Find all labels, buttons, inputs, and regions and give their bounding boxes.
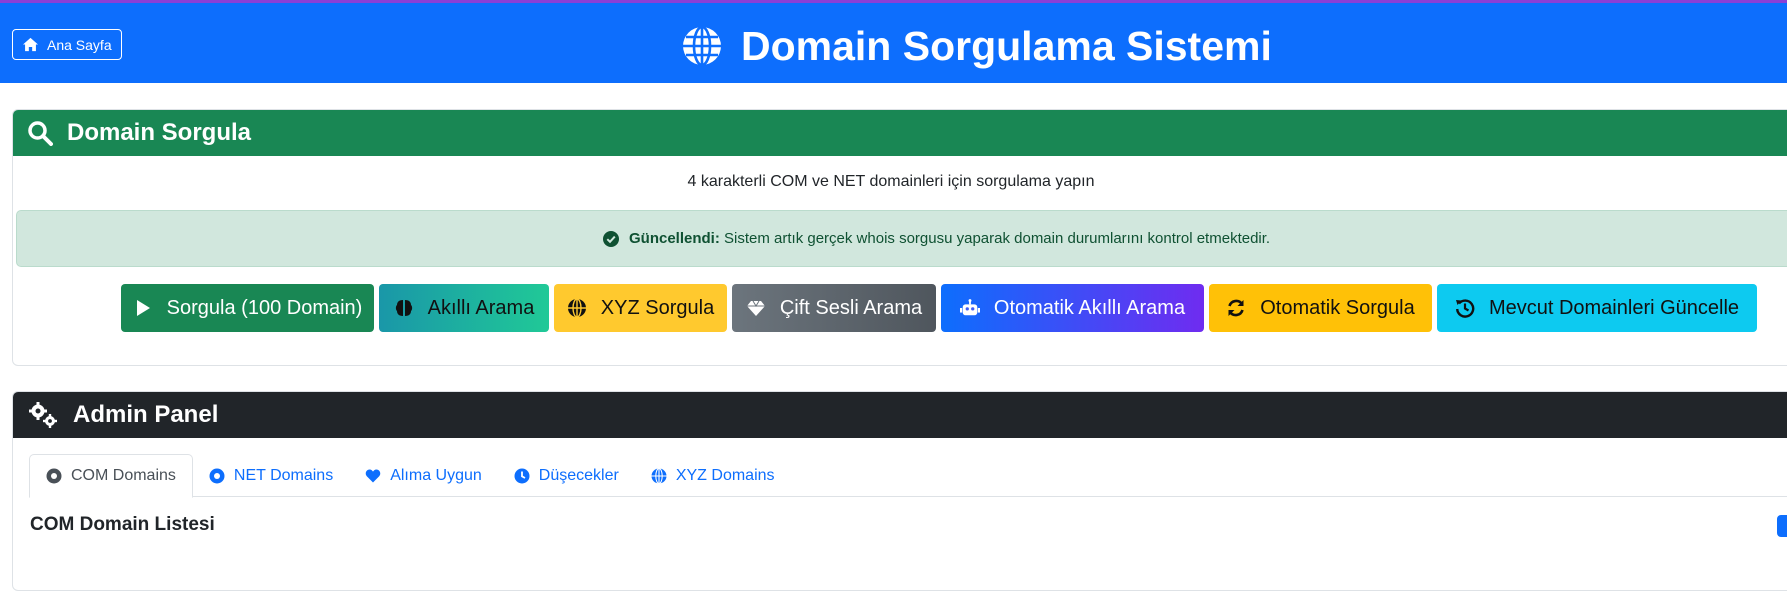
query-subtitle: 4 karakterli COM ve NET domainleri için … <box>687 173 1095 190</box>
globe-icon <box>651 467 667 484</box>
brain-icon <box>395 300 412 316</box>
tab-net-domains[interactable]: NET Domains <box>193 454 349 497</box>
clock-icon <box>514 468 530 483</box>
page-header: Ana Sayfa Domain Sorgulama Sistemi <box>0 3 1787 83</box>
domain-query-card-header: Domain Sorgula <box>13 110 1787 156</box>
dot-circle-icon <box>209 468 225 483</box>
tab-alima-uygun-label: Alıma Uygun <box>390 466 482 484</box>
globe-icon <box>683 25 721 67</box>
tab-alima-uygun[interactable]: Alıma Uygun <box>349 454 498 497</box>
auto-smart-search-button[interactable]: Otomatik Akıllı Arama <box>941 284 1204 332</box>
alert-message: Güncellendi: Sistem artık gerçek whois s… <box>629 230 1270 247</box>
query-100-label: Sorgula (100 Domain) <box>166 296 363 319</box>
home-icon <box>23 37 38 52</box>
globe-icon <box>567 298 586 318</box>
sync-icon <box>1228 299 1244 317</box>
tab-dusecekler-label: Düşecekler <box>538 466 619 484</box>
domain-list-title: COM Domain Listesi <box>30 514 215 535</box>
admin-panel-header: Admin Panel <box>13 392 1787 438</box>
auto-query-label: Otomatik Sorgula <box>1260 296 1415 319</box>
page-title-text: Domain Sorgulama Sistemi <box>741 22 1272 69</box>
auto-query-button[interactable]: Otomatik Sorgula <box>1209 284 1432 332</box>
cogs-icon <box>29 402 57 428</box>
check-circle-icon <box>603 230 619 247</box>
tab-xyz-domains-label: XYZ Domains <box>675 466 775 484</box>
update-existing-domains-label: Mevcut Domainleri Güncelle <box>1488 296 1740 319</box>
admin-panel-title: Admin Panel <box>73 401 219 428</box>
search-icon <box>28 121 53 146</box>
tab-com-domains-label: COM Domains <box>71 467 176 484</box>
gem-icon <box>746 300 765 316</box>
page-title: Domain Sorgulama Sistemi <box>681 21 1272 71</box>
admin-tabs: COM Domains NET Domains Alıma Uygun Düşe… <box>29 454 1787 498</box>
home-button-label: Ana Sayfa <box>47 36 112 53</box>
auto-smart-search-label: Otomatik Akıllı Arama <box>993 296 1186 319</box>
xyz-query-button[interactable]: XYZ Sorgula <box>554 284 727 332</box>
double-vowel-search-button[interactable]: Çift Sesli Arama <box>732 284 936 332</box>
tab-net-domains-label: NET Domains <box>233 466 334 484</box>
home-button[interactable]: Ana Sayfa <box>12 29 122 60</box>
dot-circle-icon <box>46 468 62 484</box>
smart-search-label: Akıllı Arama <box>427 296 535 319</box>
update-alert: Güncellendi: Sistem artık gerçek whois s… <box>16 210 1787 267</box>
alert-strong: Güncellendi: <box>629 230 720 247</box>
robot-icon <box>959 299 980 316</box>
xyz-query-label: XYZ Sorgula <box>600 296 715 319</box>
admin-panel-card: Admin Panel COM Domains NET Domains Alım… <box>12 391 1787 591</box>
tab-com-domains[interactable]: COM Domains <box>29 454 193 498</box>
query-100-button[interactable]: Sorgula (100 Domain) <box>121 284 374 332</box>
smart-search-button[interactable]: Akıllı Arama <box>379 284 549 332</box>
heart-icon <box>365 469 381 482</box>
history-icon <box>1455 299 1475 318</box>
tab-dusecekler[interactable]: Düşecekler <box>498 454 635 497</box>
double-vowel-search-label: Çift Sesli Arama <box>779 296 923 319</box>
domain-query-title: Domain Sorgula <box>67 119 252 146</box>
play-icon <box>136 300 150 316</box>
update-existing-domains-button[interactable]: Mevcut Domainleri Güncelle <box>1437 284 1757 332</box>
list-action-button[interactable] <box>1777 515 1787 537</box>
action-buttons: Sorgula (100 Domain) Akıllı Arama XYZ So… <box>121 284 1757 332</box>
alert-text: Sistem artık gerçek whois sorgusu yapara… <box>719 230 1271 247</box>
tab-xyz-domains[interactable]: XYZ Domains <box>635 454 791 497</box>
